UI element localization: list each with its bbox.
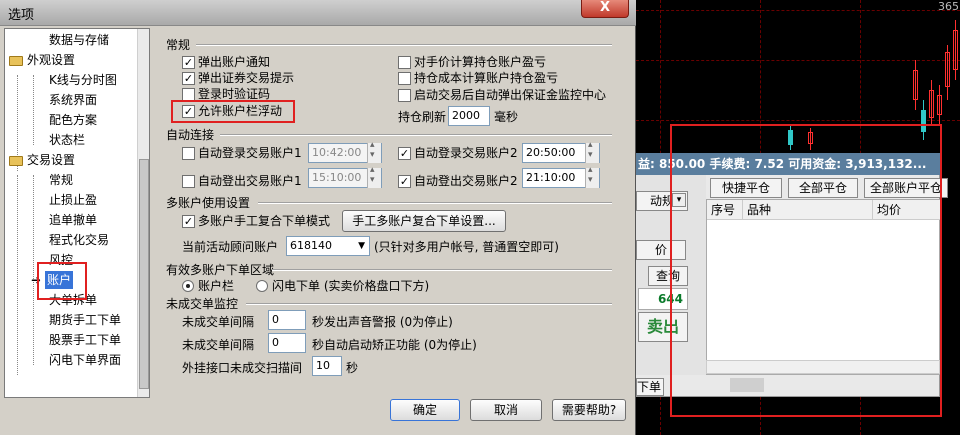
label-counterparty-pnl: 对手价计算持仓账户盈亏 (414, 55, 547, 69)
label-manual-multi: 多账户手工复合下单模式 (198, 214, 331, 228)
label-lightning-order: 闪电下单 (实卖价格盘口下方) (272, 279, 430, 293)
checkbox-securities-tip[interactable]: ✓ (182, 72, 195, 85)
label-auto-logout-2: 自动登出交易账户2 (414, 174, 518, 188)
radio-lightning-order[interactable] (256, 280, 268, 292)
label-position-refresh: 持仓刷新 (398, 110, 447, 124)
label-unfilled-correct-note: 秒自动启动矫正功能 (0为停止) (312, 338, 477, 352)
tree-item-color-scheme[interactable]: 配色方案 (49, 111, 97, 129)
label-auto-login-2: 自动登录交易账户2 (414, 146, 518, 160)
tree-item-general[interactable]: 常规 (49, 171, 73, 189)
tree-item-data-storage[interactable]: 数据与存储 (49, 31, 109, 49)
candle (953, 30, 958, 70)
divider (220, 134, 612, 136)
ok-button[interactable]: 确定 (390, 399, 460, 421)
checkbox-auto-login-1[interactable] (182, 147, 195, 160)
checkbox-margin-monitor[interactable] (398, 89, 411, 102)
label-unfilled-correct: 未成交单间隔 (182, 338, 255, 352)
folder-icon (9, 56, 23, 66)
unfilled-correct-input[interactable]: 0 (268, 333, 306, 353)
tree-item-stock-manual[interactable]: 股票手工下单 (49, 331, 121, 349)
candle (937, 95, 942, 115)
tree-connector (33, 75, 34, 145)
close-icon: X (599, 0, 611, 15)
external-scan-input[interactable]: 10 (312, 356, 342, 376)
chevron-down-icon: ▼ (358, 241, 365, 251)
tree-item-appearance[interactable]: 外观设置 (27, 51, 75, 69)
label-securities-tip: 弹出证券交易提示 (198, 71, 295, 85)
help-button[interactable]: 需要帮助? (552, 399, 626, 421)
checkbox-manual-multi[interactable]: ✓ (182, 215, 195, 228)
active-account-select[interactable]: 618140 ▼ (286, 236, 370, 256)
checkbox-auto-logout-1[interactable] (182, 175, 195, 188)
tree-item-stop-loss[interactable]: 止损止盈 (49, 191, 97, 209)
tree-connector (17, 175, 18, 375)
label-refresh-unit: 毫秒 (494, 110, 519, 124)
highlight-box-float-option (171, 100, 295, 123)
spin-buttons[interactable] (367, 165, 381, 188)
section-title-multi-account: 多账户使用设置 (166, 196, 251, 210)
candle (929, 90, 934, 118)
tree-item-chase-cancel[interactable]: 追单撤单 (49, 211, 97, 229)
checkbox-counterparty-pnl[interactable] (398, 56, 411, 69)
unfilled-alarm-input[interactable]: 0 (268, 310, 306, 330)
label-account-notice: 弹出账户通知 (198, 55, 271, 69)
divider (258, 202, 612, 204)
settings-tree: 数据与存储 外观设置 K线与分时图 系统界面 配色方案 状态栏 交易设置 常规 … (4, 28, 150, 398)
label-auto-login-1: 自动登录交易账户1 (198, 146, 302, 160)
spin-buttons[interactable] (585, 165, 599, 188)
tree-item-system-ui[interactable]: 系统界面 (49, 91, 97, 109)
label-unfilled-alarm-note: 秒发出声音警报 (0为停止) (312, 315, 453, 329)
label-active-account: 当前活动顾问账户 (182, 240, 279, 254)
tree-item-futures-manual[interactable]: 期货手工下单 (49, 311, 121, 329)
label-active-account-note: (只针对多用户帐号, 普通置空即可) (374, 240, 559, 254)
tree-item-statusbar[interactable]: 状态栏 (49, 131, 85, 149)
checkbox-account-notice[interactable]: ✓ (182, 56, 195, 69)
tree-item-algo-trading[interactable]: 程式化交易 (49, 231, 109, 249)
folder-icon (9, 156, 23, 166)
section-title-unfilled: 未成交单监控 (166, 297, 239, 311)
cancel-button[interactable]: 取消 (470, 399, 542, 421)
radio-account-bar[interactable] (182, 280, 194, 292)
chart-gridline (636, 60, 960, 61)
section-title-auto-connect: 自动连接 (166, 128, 215, 142)
position-refresh-input[interactable]: 2000 (448, 106, 490, 126)
tree-item-kline[interactable]: K线与分时图 (49, 71, 117, 89)
spin-buttons[interactable] (367, 140, 381, 163)
dialog-titlebar[interactable] (0, 0, 636, 26)
dialog-title: 选项 (8, 8, 35, 23)
highlight-box-account (37, 262, 87, 300)
candle (913, 70, 918, 100)
section-title-order-area: 有效多账户下单区域 (166, 263, 275, 277)
close-button[interactable]: X (581, 0, 629, 18)
highlight-box-trade-panel (670, 124, 942, 417)
spin-buttons[interactable] (585, 140, 599, 163)
label-external-scan: 外挂接口未成交扫描间 (182, 361, 303, 375)
tree-connector (33, 175, 34, 365)
chart-price-label: 365 (938, 0, 959, 13)
label-auto-logout-1: 自动登出交易账户1 (198, 174, 302, 188)
tree-item-lightning-order[interactable]: 闪电下单界面 (49, 351, 121, 369)
manual-multi-settings-button[interactable]: 手工多账户复合下单设置... (342, 210, 506, 232)
chart-gridline (636, 120, 960, 121)
label-external-scan-unit: 秒 (346, 361, 359, 375)
candle (945, 52, 950, 87)
checkbox-cost-pnl[interactable] (398, 72, 411, 85)
label-unfilled-alarm: 未成交单间隔 (182, 315, 255, 329)
chart-gridline (636, 10, 960, 11)
label-cost-pnl: 持仓成本计算账户持仓盈亏 (414, 71, 559, 85)
tree-scrollbar-thumb[interactable] (139, 159, 149, 389)
divider (246, 303, 612, 305)
tree-item-trade-settings[interactable]: 交易设置 (27, 151, 75, 169)
label-account-bar: 账户栏 (198, 279, 235, 293)
divider (196, 44, 612, 46)
section-title-general: 常规 (166, 38, 191, 52)
label-margin-monitor: 启动交易后自动弹出保证金监控中心 (414, 88, 607, 102)
checkbox-auto-login-2[interactable]: ✓ (398, 147, 411, 160)
divider (272, 269, 612, 271)
tab-order[interactable]: 下单 (636, 378, 664, 396)
checkbox-auto-logout-2[interactable]: ✓ (398, 175, 411, 188)
